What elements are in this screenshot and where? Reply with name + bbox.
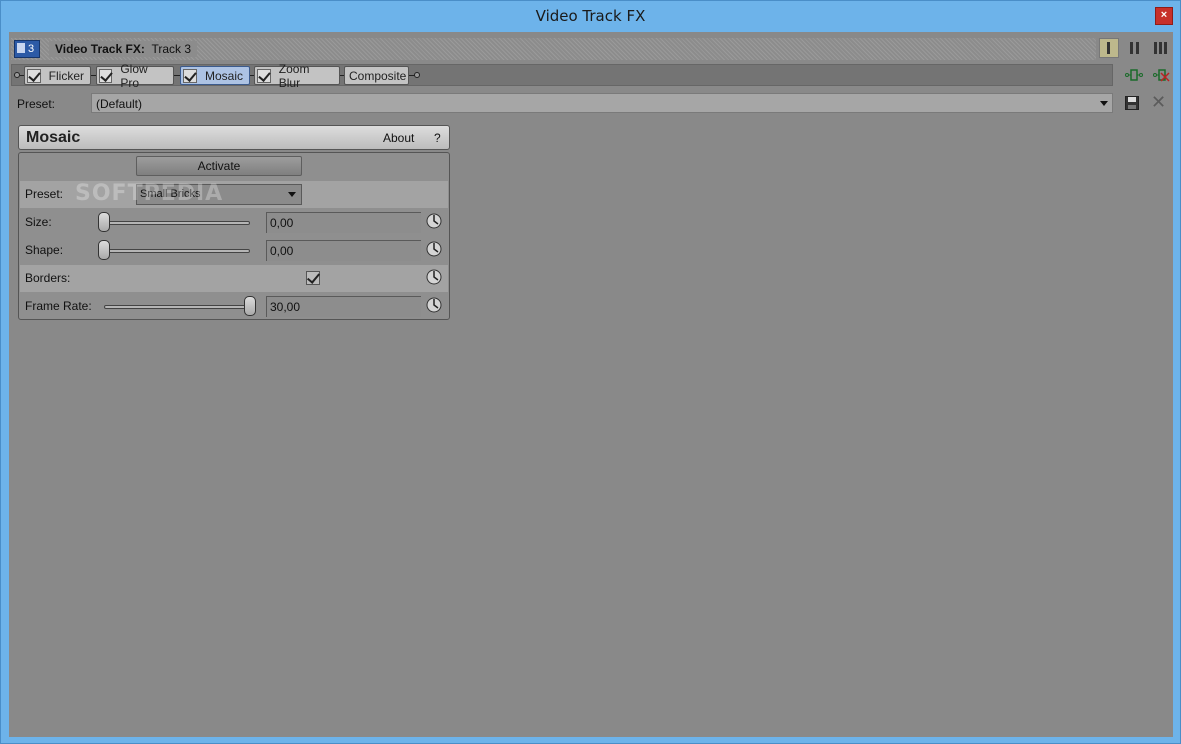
frame-rate-keyframe-icon[interactable] <box>426 297 442 313</box>
frame-rate-label: Frame Rate: <box>25 299 92 313</box>
frame-rate-slider-track[interactable] <box>104 305 250 309</box>
client-area: 3 Video Track FX: Track 3 Flicker Glow P… <box>9 32 1173 737</box>
chevron-down-icon <box>288 192 296 197</box>
fx-tab-glow-pro[interactable]: Glow Pro <box>96 62 174 90</box>
plugin-title: Mosaic <box>26 129 81 146</box>
delete-preset-icon[interactable]: ✕ <box>1151 93 1166 111</box>
track-label-bold: Video Track FX: <box>55 42 145 56</box>
preset-label: Preset: <box>17 97 56 111</box>
fx-tab-label: Composite <box>349 68 407 83</box>
borders-keyframe-icon[interactable] <box>426 269 442 285</box>
about-button[interactable]: About <box>383 131 414 145</box>
plugin-preset-label: Preset: <box>25 187 64 201</box>
fx-enable-checkbox[interactable] <box>257 68 271 83</box>
plugin-preset-value: Small Bricks <box>140 188 201 200</box>
size-row: Size: 0,00 <box>20 209 448 236</box>
fx-tab-flicker[interactable]: Flicker <box>24 66 91 85</box>
track-badge[interactable]: 3 <box>14 40 40 58</box>
preset-dropdown[interactable]: (Default) <box>91 93 1113 113</box>
shape-slider-track[interactable] <box>104 249 250 253</box>
fx-enable-checkbox[interactable] <box>99 68 113 83</box>
borders-label: Borders: <box>25 271 71 285</box>
view-single-column-button[interactable] <box>1099 38 1119 58</box>
preset-row: Preset: Small Bricks SOFTPEDIA <box>20 181 448 208</box>
view-toggle-group <box>1099 38 1171 58</box>
view-three-column-button[interactable] <box>1151 38 1171 58</box>
frame-rate-row: Frame Rate: 30,00 <box>20 293 448 320</box>
two-column-icon <box>1130 42 1139 54</box>
track-number: 3 <box>28 43 35 55</box>
frame-rate-value-field[interactable]: 30,00 <box>266 296 421 317</box>
size-slider-track[interactable] <box>104 221 250 225</box>
add-plugin-icon[interactable] <box>1125 68 1143 82</box>
shape-value-field[interactable]: 0,00 <box>266 240 421 261</box>
frame-rate-slider-thumb[interactable] <box>244 296 256 316</box>
fx-tab-mosaic[interactable]: Mosaic <box>180 66 250 85</box>
window: Video Track FX × 3 Video Track FX: Track… <box>0 0 1181 744</box>
fx-enable-checkbox[interactable] <box>183 68 197 83</box>
film-icon <box>17 43 25 53</box>
size-slider-thumb[interactable] <box>98 212 110 232</box>
size-label: Size: <box>25 215 52 229</box>
three-column-icon <box>1154 42 1167 54</box>
close-button[interactable]: × <box>1155 7 1173 25</box>
view-two-column-button[interactable] <box>1125 38 1145 58</box>
chain-tools <box>1125 68 1171 82</box>
chain-end-node <box>414 72 420 78</box>
fx-tab-label: Glow Pro <box>120 61 148 90</box>
remove-plugin-icon[interactable] <box>1153 68 1171 82</box>
fx-enable-checkbox[interactable] <box>27 68 41 83</box>
borders-row: Borders: <box>20 265 448 292</box>
track-label-value: Track 3 <box>151 42 192 56</box>
shape-label: Shape: <box>25 243 64 257</box>
fx-tab-zoom-blur[interactable]: Zoom Blur <box>254 62 340 90</box>
help-button[interactable]: ? <box>434 131 441 145</box>
shape-row: Shape: 0,00 <box>20 237 448 264</box>
track-label: Video Track FX: Track 3 <box>49 41 198 57</box>
fx-tab-label: Flicker <box>48 68 84 83</box>
track-header: 3 Video Track FX: Track 3 <box>11 38 1096 60</box>
chevron-down-icon <box>1100 101 1108 106</box>
preset-value: (Default) <box>96 97 143 111</box>
fx-tab-label: Zoom Blur <box>278 61 310 90</box>
plugin-panel: Activate Preset: Small Bricks SOFTPEDIA … <box>18 152 450 320</box>
title-bar[interactable]: Video Track FX × <box>1 1 1180 32</box>
shape-keyframe-icon[interactable] <box>426 241 442 257</box>
plugin-header: Mosaic About ? <box>18 125 450 150</box>
save-preset-icon[interactable] <box>1125 96 1139 110</box>
window-title: Video Track FX <box>535 7 646 25</box>
fx-chain: Flicker Glow Pro Mosaic Zoom Blur Compos… <box>11 62 1113 90</box>
plugin-preset-dropdown[interactable]: Small Bricks <box>136 184 302 205</box>
activate-button[interactable]: Activate <box>136 156 302 176</box>
size-keyframe-icon[interactable] <box>426 213 442 229</box>
size-value-field[interactable]: 0,00 <box>266 212 421 233</box>
fx-tab-composite[interactable]: Composite <box>344 66 409 85</box>
activate-row: Activate <box>20 153 448 180</box>
shape-slider-thumb[interactable] <box>98 240 110 260</box>
fx-tab-label: Mosaic <box>204 68 243 83</box>
single-column-icon <box>1107 42 1110 54</box>
borders-checkbox[interactable] <box>306 271 320 285</box>
